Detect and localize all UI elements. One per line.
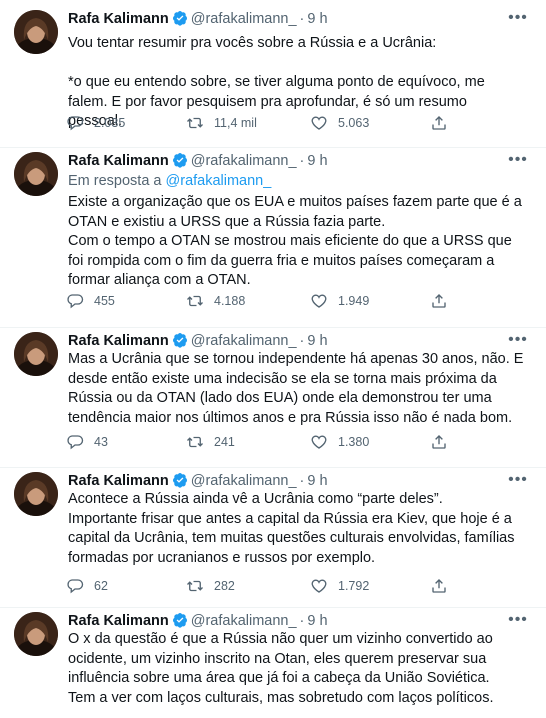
reply-count: 43	[94, 435, 108, 449]
retweet-button[interactable]: 282	[186, 576, 235, 596]
tweet-text: Existe a organização que os EUA e muitos…	[68, 194, 522, 288]
like-button[interactable]: 1.792	[310, 576, 369, 596]
reply-button[interactable]: 62	[66, 576, 108, 596]
reply-count: 62	[94, 579, 108, 593]
retweet-icon	[187, 436, 203, 448]
separator-dot: ·	[299, 473, 305, 489]
author-name[interactable]: Rafa Kalimann	[68, 153, 169, 169]
more-horizontal-icon[interactable]: •••	[508, 10, 528, 30]
tweet-actions: 62 282 1.792	[66, 576, 466, 596]
separator-dot: ·	[299, 333, 305, 349]
verified-badge-icon	[172, 152, 188, 172]
share-button[interactable]	[430, 576, 458, 596]
heart-icon	[311, 435, 327, 449]
tweet-header: Rafa Kalimann @rafakalimann_ · 9 h	[68, 10, 506, 30]
reply-button[interactable]: 2.035	[66, 113, 125, 133]
author-handle[interactable]: @rafakalimann_	[191, 473, 297, 489]
like-button[interactable]: 1.949	[310, 291, 369, 311]
tweet[interactable]: Rafa Kalimann @rafakalimann_ · 9 h ••• Mas …	[0, 328, 546, 468]
heart-icon	[311, 294, 327, 308]
like-count: 1.380	[338, 435, 370, 449]
avatar[interactable]	[14, 152, 58, 196]
separator-dot: ·	[299, 153, 305, 169]
timestamp[interactable]: 9 h	[307, 613, 327, 629]
timestamp[interactable]: 9 h	[307, 11, 327, 27]
timestamp[interactable]: 9 h	[307, 333, 327, 349]
share-icon	[432, 435, 446, 449]
author-handle[interactable]: @rafakalimann_	[191, 153, 297, 169]
reply-count: 2.035	[94, 116, 126, 130]
author-handle[interactable]: @rafakalimann_	[191, 613, 297, 629]
tweet-actions: 43 241 1.380	[66, 432, 466, 452]
share-button[interactable]	[430, 291, 458, 311]
reply-button[interactable]: 43	[66, 432, 108, 452]
tweet[interactable]: Rafa Kalimann @rafakalimann_ · 9 h ••• Em r…	[0, 148, 546, 328]
share-button[interactable]	[430, 432, 458, 452]
retweet-icon	[187, 295, 203, 307]
retweet-icon	[187, 117, 203, 129]
timestamp[interactable]: 9 h	[307, 473, 327, 489]
author-name[interactable]: Rafa Kalimann	[68, 613, 169, 629]
avatar[interactable]	[14, 472, 58, 516]
tweet-header: Rafa Kalimann @rafakalimann_ · 9 h	[68, 152, 506, 172]
replying-prefix: Em resposta a	[68, 173, 166, 189]
replying-to: Em resposta a @rafakalimann_	[68, 173, 271, 189]
tweet[interactable]: Rafa Kalimann @rafakalimann_ · 9 h ••• O x …	[0, 608, 546, 718]
tweet-header: Rafa Kalimann @rafakalimann_ · 9 h	[68, 612, 506, 632]
tweet-text: Mas a Ucrânia que se tornou independente…	[68, 351, 528, 426]
reply-icon	[67, 116, 84, 131]
reply-icon	[67, 579, 84, 594]
verified-badge-icon	[172, 332, 188, 352]
tweet-actions: 2.035 11,4 mil 5.063	[66, 113, 466, 133]
author-name[interactable]: Rafa Kalimann	[68, 473, 169, 489]
author-name[interactable]: Rafa Kalimann	[68, 333, 169, 349]
avatar[interactable]	[14, 612, 58, 656]
tweet[interactable]: Rafa Kalimann @rafakalimann_ · 9 h ••• Vou …	[0, 0, 546, 148]
verified-badge-icon	[172, 10, 188, 30]
like-count: 1.949	[338, 294, 370, 308]
timestamp[interactable]: 9 h	[307, 153, 327, 169]
separator-dot: ·	[299, 613, 305, 629]
avatar[interactable]	[14, 332, 58, 376]
retweet-button[interactable]: 4.188	[186, 291, 245, 311]
reply-icon	[67, 294, 84, 309]
author-name[interactable]: Rafa Kalimann	[68, 11, 169, 27]
tweet-text: O x da questão é que a Rússia não quer u…	[68, 631, 494, 706]
reply-icon	[67, 435, 84, 450]
like-button[interactable]: 5.063	[310, 113, 369, 133]
retweet-count: 4.188	[214, 294, 246, 308]
more-horizontal-icon[interactable]: •••	[508, 152, 528, 172]
tweet-text: Acontece a Rússia ainda vê a Ucrânia com…	[68, 491, 515, 566]
separator-dot: ·	[299, 11, 305, 27]
tweet-header: Rafa Kalimann @rafakalimann_ · 9 h	[68, 332, 506, 352]
like-count: 5.063	[338, 116, 370, 130]
retweet-count: 11,4 mil	[214, 116, 257, 130]
author-handle[interactable]: @rafakalimann_	[191, 11, 297, 27]
reply-button[interactable]: 455	[66, 291, 115, 311]
retweet-button[interactable]: 241	[186, 432, 235, 452]
share-icon	[432, 579, 446, 593]
share-icon	[432, 294, 446, 308]
retweet-count: 282	[214, 579, 235, 593]
tweet[interactable]: Rafa Kalimann @rafakalimann_ · 9 h ••• Acon…	[0, 468, 546, 608]
share-icon	[432, 116, 446, 130]
reply-count: 455	[94, 294, 115, 308]
tweet-actions: 455 4.188 1.949	[66, 291, 466, 311]
retweet-count: 241	[214, 435, 235, 449]
avatar[interactable]	[14, 10, 58, 54]
heart-icon	[311, 579, 327, 593]
share-button[interactable]	[430, 113, 458, 133]
tweet-header: Rafa Kalimann @rafakalimann_ · 9 h	[68, 472, 506, 492]
verified-badge-icon	[172, 612, 188, 632]
replying-mention-link[interactable]: @rafakalimann_	[166, 173, 272, 189]
retweet-icon	[187, 580, 203, 592]
like-button[interactable]: 1.380	[310, 432, 369, 452]
heart-icon	[311, 116, 327, 130]
like-count: 1.792	[338, 579, 370, 593]
author-handle[interactable]: @rafakalimann_	[191, 333, 297, 349]
verified-badge-icon	[172, 472, 188, 492]
retweet-button[interactable]: 11,4 mil	[186, 113, 257, 133]
